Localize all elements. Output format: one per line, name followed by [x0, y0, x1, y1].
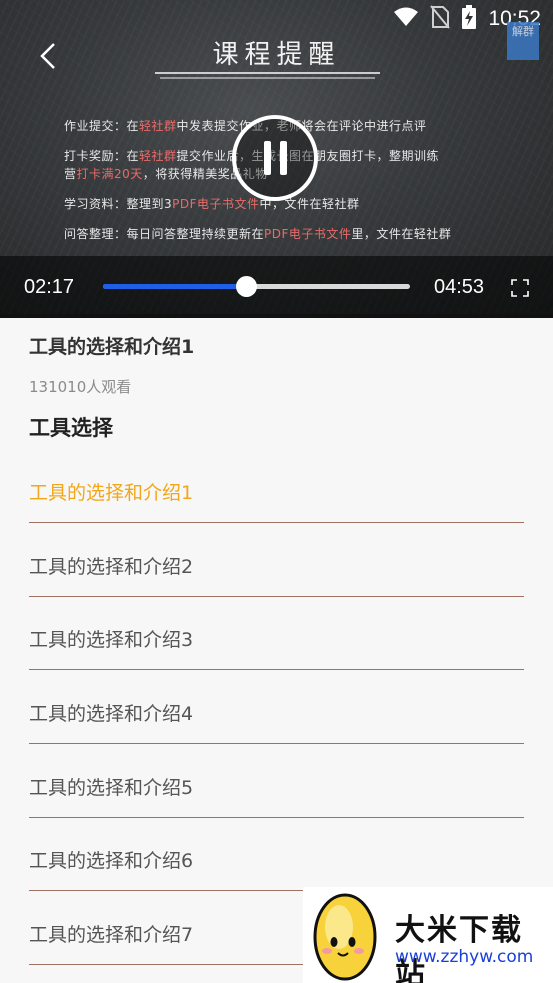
episode-label: 工具的选择和介绍3: [29, 629, 194, 651]
episode-label: 工具的选择和介绍1: [29, 482, 194, 504]
board-title: 课程提醒: [212, 40, 341, 70]
battery-charging-icon: [462, 5, 477, 33]
video-title: 工具的选择和介绍1: [29, 336, 195, 358]
board-text-segment: 里，文件在轻社群: [351, 227, 452, 241]
episode-item-4[interactable]: 工具的选择和介绍4: [29, 671, 524, 744]
view-count: 131010人观看: [29, 378, 132, 396]
board-highlight: 轻社群: [139, 149, 177, 163]
board-highlight: PDF电子书文件: [172, 197, 260, 211]
episode-label: 工具的选择和介绍7: [29, 924, 194, 946]
episode-item-1[interactable]: 工具的选择和介绍1: [29, 450, 524, 523]
pause-icon: [264, 141, 271, 175]
board-highlight: 打卡满20天: [76, 167, 143, 181]
episode-item-7[interactable]: 工具的选择和介绍7: [29, 892, 305, 965]
board-text-segment: 作业提交：在: [64, 119, 140, 133]
title-underline: [160, 77, 375, 79]
fullscreen-icon: [511, 279, 529, 297]
episode-label: 工具的选择和介绍4: [29, 703, 194, 725]
board-text-segment: 打卡奖励：在: [64, 149, 140, 163]
player-bottom-edge: [0, 314, 553, 318]
wifi-icon: [394, 7, 419, 31]
episode-item-5[interactable]: 工具的选择和介绍5: [29, 745, 524, 818]
video-player[interactable]: 10:52 解群 课程提醒 作业提交：在轻社群中发表提交作业，老师将会在评论中进…: [0, 0, 553, 318]
episode-label: 工具的选择和介绍2: [29, 556, 194, 578]
pause-icon: [280, 141, 287, 175]
board-text-segment: 营: [64, 167, 77, 181]
site-name: 大米下载站: [395, 913, 523, 983]
rice-mascot-icon: [313, 893, 377, 981]
board-highlight: PDF电子书文件: [264, 227, 352, 241]
board-line: 问答整理：每日问答整理持续更新在PDF电子书文件里，文件在轻社群: [64, 226, 504, 242]
episode-label: 工具的选择和介绍6: [29, 850, 194, 872]
section-title: 工具选择: [29, 416, 113, 440]
board-highlight: 轻社群: [139, 119, 177, 133]
board-text-segment: 问答整理：每日问答整理持续更新在: [64, 227, 265, 241]
site-watermark: 大米下载站 www.zzhyw.com: [303, 887, 553, 983]
current-time: 02:17: [24, 276, 75, 298]
pause-button[interactable]: [232, 115, 318, 201]
fullscreen-button[interactable]: [510, 278, 530, 298]
seek-bar[interactable]: [103, 276, 410, 297]
episode-item-3[interactable]: 工具的选择和介绍3: [29, 597, 524, 670]
app-screen: 10:52 解群 课程提醒 作业提交：在轻社群中发表提交作业，老师将会在评论中进…: [0, 0, 553, 983]
episode-item-2[interactable]: 工具的选择和介绍2: [29, 524, 524, 597]
site-url: www.zzhyw.com: [395, 947, 534, 967]
episode-label: 工具的选择和介绍5: [29, 777, 194, 799]
total-time: 04:53: [434, 276, 485, 298]
title-underline: [155, 72, 380, 74]
board-text-segment: 学习资料：整理到3: [64, 197, 173, 211]
episode-item-6[interactable]: 工具的选择和介绍6: [29, 818, 305, 891]
seek-progress: [103, 284, 247, 289]
no-sim-icon: [430, 5, 451, 33]
